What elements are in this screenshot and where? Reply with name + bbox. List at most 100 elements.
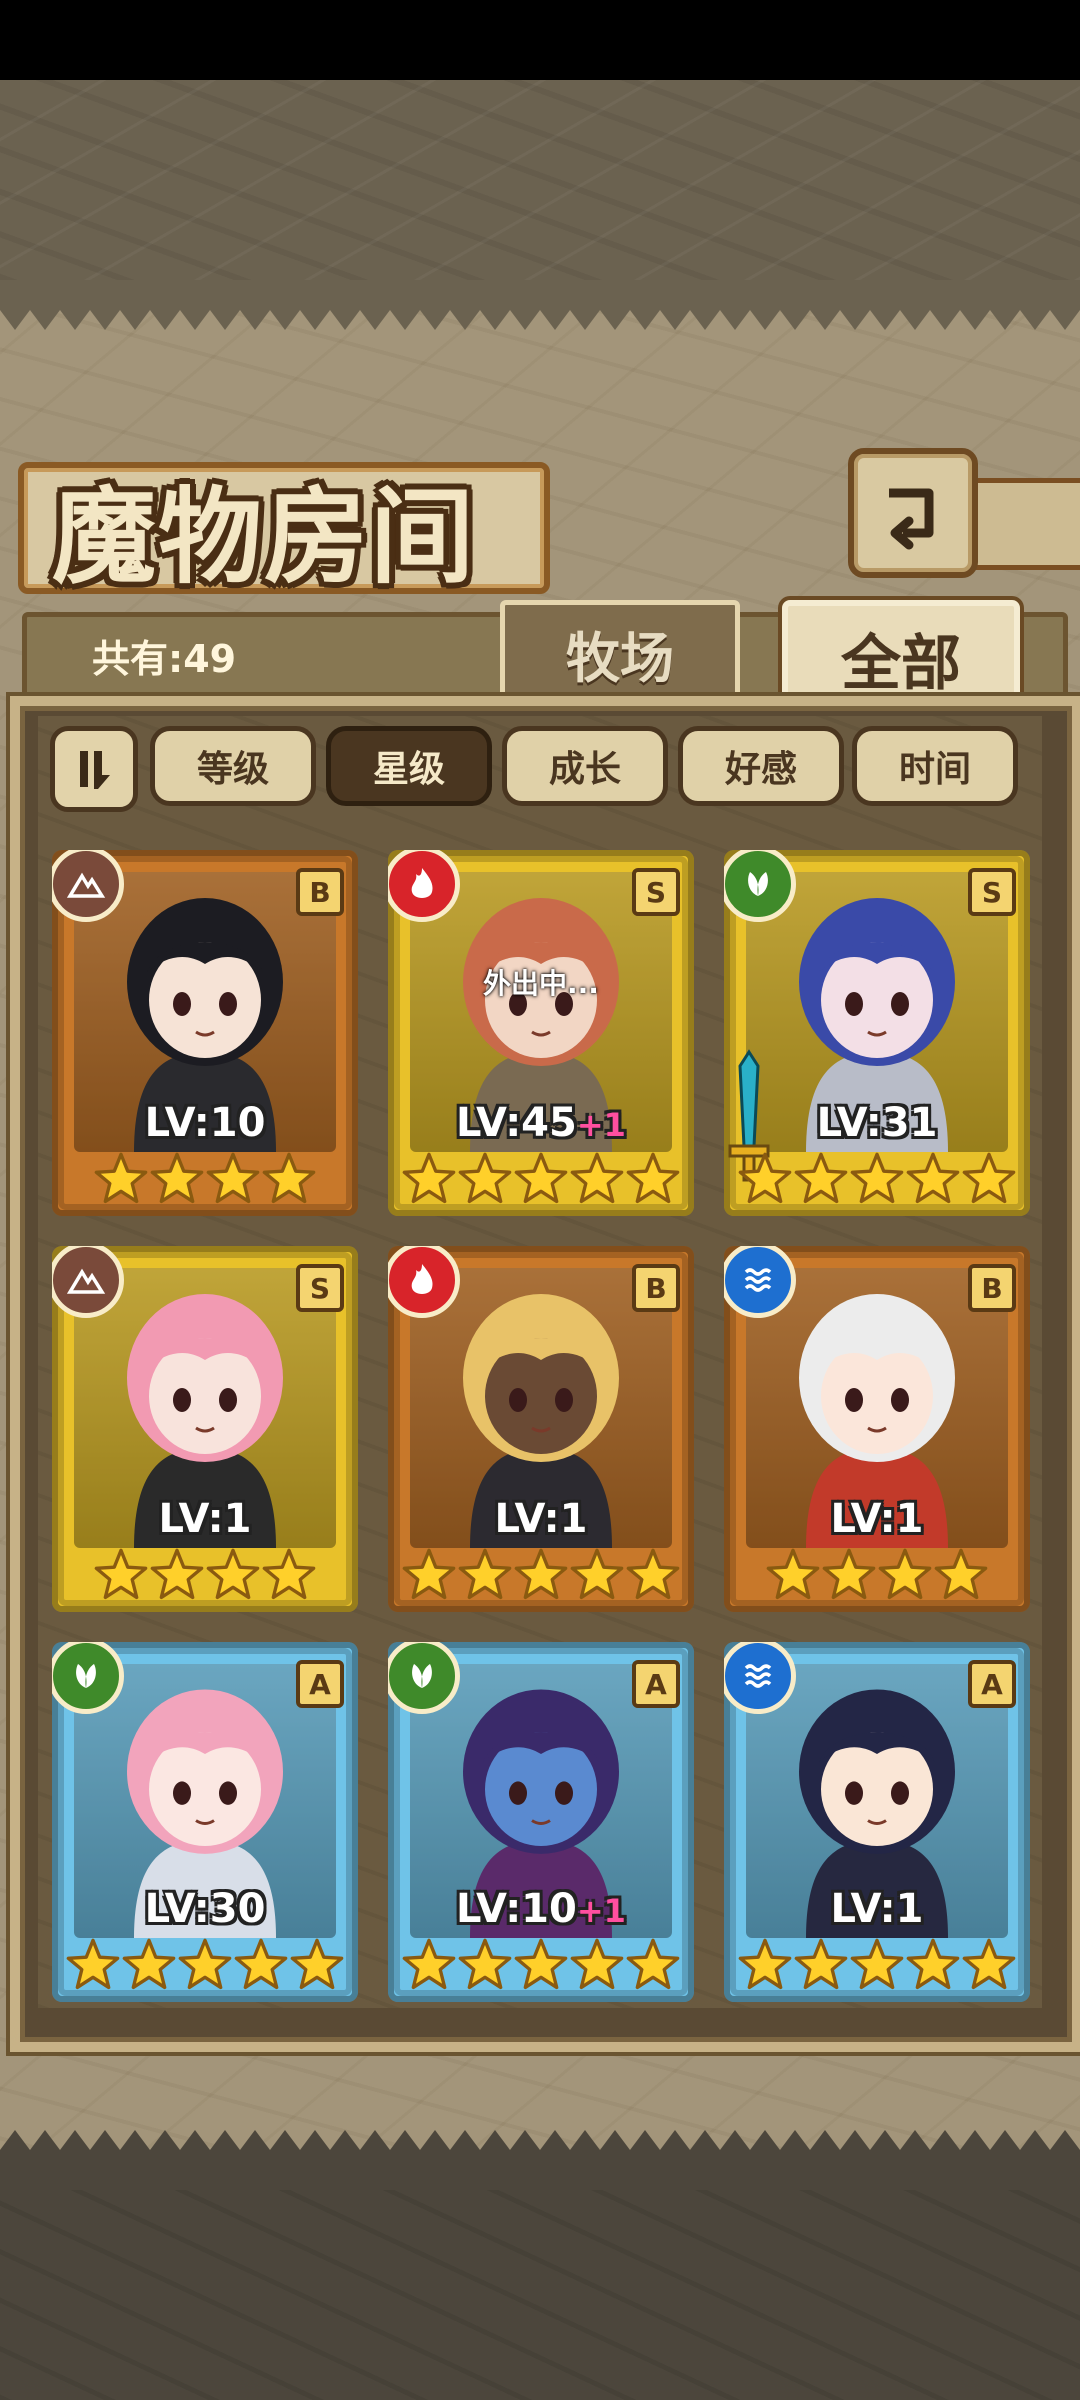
panel-top-edge <box>0 280 1080 330</box>
level-value: LV:10 <box>456 1886 577 1932</box>
star-icon <box>93 1151 149 1211</box>
star-icon <box>93 1547 149 1607</box>
level-label: LV:45+1 <box>388 1100 694 1146</box>
level-value: LV:1 <box>494 1496 588 1542</box>
level-bonus: +1 <box>576 1892 626 1930</box>
level-bonus: +1 <box>576 1106 626 1144</box>
rank-badge: B <box>296 868 344 916</box>
sort-order-toggle[interactable] <box>50 726 138 812</box>
level-label: LV:1 <box>52 1496 358 1542</box>
level-value: LV:30 <box>144 1886 266 1932</box>
sort-by-growth-button[interactable]: 成长 <box>502 726 668 806</box>
rank-badge: A <box>968 1660 1016 1708</box>
star-icon <box>625 1547 681 1607</box>
level-label: LV:30 <box>52 1886 358 1932</box>
star-icon <box>933 1547 989 1607</box>
star-icon <box>625 1151 681 1211</box>
level-value: LV:10 <box>144 1100 266 1146</box>
star-icon <box>401 1151 457 1211</box>
tab-ranch-label: 牧场 <box>566 625 674 690</box>
back-button[interactable] <box>848 448 978 578</box>
monster-card[interactable]: A LV:1 <box>724 1642 1030 2002</box>
monster-card[interactable]: B LV:10 <box>52 850 358 1216</box>
rank-badge: B <box>632 1264 680 1312</box>
sort-by-growth-label: 成长 <box>548 749 621 790</box>
monster-card[interactable]: S 外出中... LV:45+1 <box>388 850 694 1216</box>
star-rating <box>388 1150 694 1212</box>
star-icon <box>205 1151 261 1211</box>
level-label: LV:31 <box>724 1100 1030 1146</box>
star-icon <box>177 1937 233 1997</box>
sort-by-level-label: 等级 <box>196 749 269 790</box>
star-icon <box>821 1547 877 1607</box>
star-rating <box>388 1546 694 1608</box>
star-icon <box>65 1937 121 1997</box>
star-icon <box>513 1151 569 1211</box>
star-icon <box>737 1937 793 1997</box>
level-label: LV:1 <box>724 1886 1030 1932</box>
star-icon <box>513 1937 569 1997</box>
sort-by-star-label: 星级 <box>372 749 445 790</box>
status-bar <box>0 0 1080 80</box>
sort-by-time-label: 时间 <box>898 749 971 790</box>
panel-bottom-edge <box>0 2130 1080 2190</box>
level-label: LV:10 <box>52 1100 358 1146</box>
star-rating <box>724 1150 1030 1212</box>
star-icon <box>765 1547 821 1607</box>
star-icon <box>793 1937 849 1997</box>
star-icon <box>149 1151 205 1211</box>
rank-badge: S <box>968 868 1016 916</box>
star-icon <box>401 1547 457 1607</box>
star-icon <box>457 1937 513 1997</box>
star-icon <box>261 1151 317 1211</box>
star-icon <box>569 1937 625 1997</box>
sort-by-affection-label: 好感 <box>724 749 797 790</box>
level-value: LV:45 <box>456 1100 577 1146</box>
star-icon <box>289 1937 345 1997</box>
level-value: LV:31 <box>816 1100 938 1146</box>
level-value: LV:1 <box>158 1496 252 1542</box>
level-label: LV:1 <box>388 1496 694 1542</box>
star-rating <box>388 1936 694 1998</box>
star-icon <box>233 1937 289 1997</box>
star-icon <box>261 1547 317 1607</box>
star-icon <box>737 1151 793 1211</box>
return-arrow-icon <box>889 488 934 550</box>
star-rating <box>52 1936 358 1998</box>
star-icon <box>401 1937 457 1997</box>
tab-ranch[interactable]: 牧场 <box>500 600 740 706</box>
star-rating <box>52 1150 358 1212</box>
monster-card[interactable]: S LV:1 <box>52 1246 358 1612</box>
star-icon <box>793 1151 849 1211</box>
sort-by-time-button[interactable]: 时间 <box>852 726 1018 806</box>
sort-by-level-button[interactable]: 等级 <box>150 726 316 806</box>
star-icon <box>849 1937 905 1997</box>
map-background-top <box>0 80 1080 280</box>
star-icon <box>961 1151 1017 1211</box>
tab-all-label: 全部 <box>841 628 961 699</box>
star-icon <box>205 1547 261 1607</box>
monster-card[interactable]: B LV:1 <box>388 1246 694 1612</box>
monster-count: 共有:49 <box>92 637 237 681</box>
sort-by-star-button[interactable]: 星级 <box>326 726 492 806</box>
star-rating <box>724 1546 1030 1608</box>
rank-badge: A <box>632 1660 680 1708</box>
sort-by-affection-button[interactable]: 好感 <box>678 726 844 806</box>
map-background-bottom <box>0 2190 1080 2400</box>
page-title: 魔物房间 <box>52 475 477 598</box>
star-icon <box>905 1937 961 1997</box>
sort-order-icon <box>80 751 110 789</box>
star-icon <box>569 1547 625 1607</box>
monster-card[interactable]: A LV:30 <box>52 1642 358 2002</box>
level-label: LV:1 <box>724 1496 1030 1542</box>
star-icon <box>149 1547 205 1607</box>
monster-card[interactable]: B LV:1 <box>724 1246 1030 1612</box>
star-icon <box>849 1151 905 1211</box>
star-icon <box>569 1151 625 1211</box>
star-icon <box>877 1547 933 1607</box>
monster-card[interactable]: A LV:10+1 <box>388 1642 694 2002</box>
rank-badge: S <box>632 868 680 916</box>
star-icon <box>961 1937 1017 1997</box>
monster-card[interactable]: S LV:31 <box>724 850 1030 1216</box>
star-icon <box>513 1547 569 1607</box>
